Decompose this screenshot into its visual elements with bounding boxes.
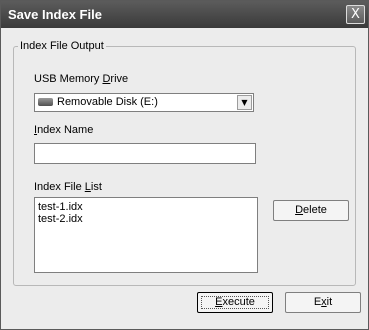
focus-rectangle <box>201 296 269 309</box>
exit-button[interactable]: Exit <box>285 292 361 313</box>
index-file-listbox[interactable]: test-1.idx test-2.idx <box>34 197 258 273</box>
usb-drive-select[interactable]: Removable Disk (E:) ▼ <box>34 93 254 112</box>
title-bar[interactable]: Save Index File X <box>1 1 368 28</box>
close-icon: X <box>351 7 360 22</box>
index-file-list-label: Index File List <box>34 181 102 193</box>
list-item[interactable]: test-1.idx <box>38 201 257 213</box>
index-name-label: Index Name <box>34 124 94 136</box>
usb-memory-drive-label: USB Memory Drive <box>34 73 129 85</box>
dropdown-arrow-icon[interactable]: ▼ <box>237 95 252 110</box>
dialog-title: Save Index File <box>8 7 102 22</box>
list-item[interactable]: test-2.idx <box>38 213 257 225</box>
index-name-input[interactable] <box>34 143 256 164</box>
delete-button[interactable]: Delete <box>273 200 349 221</box>
removable-disk-icon <box>38 98 53 106</box>
close-button[interactable]: X <box>346 5 365 24</box>
execute-button[interactable]: Execute <box>197 292 273 313</box>
group-legend: Index File Output <box>18 40 106 52</box>
usb-drive-selected-value: Removable Disk (E:) <box>57 96 158 108</box>
